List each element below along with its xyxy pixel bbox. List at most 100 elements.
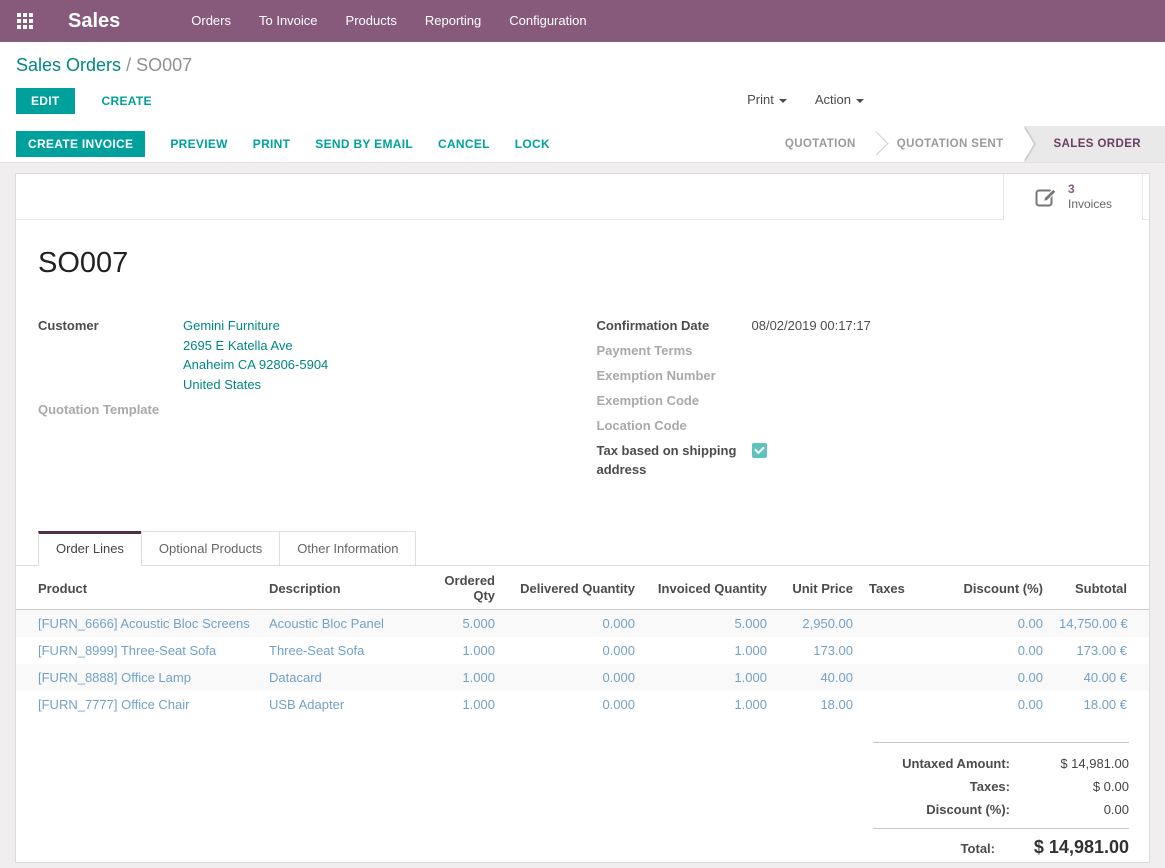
- cell-taxes: [861, 691, 939, 718]
- nav-item-configuration[interactable]: Configuration: [495, 0, 600, 42]
- field-group-left: Customer Gemini Furniture 2695 E Katella…: [38, 316, 583, 485]
- lock-button[interactable]: LOCK: [515, 131, 550, 157]
- payment-terms-row: Payment Terms: [597, 341, 1128, 360]
- cell-description: Acoustic Bloc Panel: [261, 610, 413, 638]
- print-button[interactable]: PRINT: [253, 131, 291, 157]
- cell-unit-price: 173.00: [775, 637, 861, 664]
- cell-ordered-qty: 1.000: [413, 637, 503, 664]
- tab-order-lines[interactable]: Order Lines: [38, 531, 142, 566]
- taxes-label: Taxes:: [873, 779, 1024, 794]
- tax-shipping-row: Tax based on shipping address: [597, 441, 1128, 479]
- cell-delivered-qty: 0.000: [503, 610, 643, 638]
- status-step-quotation-sent[interactable]: QUOTATION SENT: [877, 126, 1024, 162]
- customer-street: 2695 E Katella Ave: [183, 336, 328, 356]
- cell-subtotal: 18.00 €: [1051, 691, 1149, 718]
- tab-optional-products[interactable]: Optional Products: [141, 531, 280, 566]
- cell-discount: 0.00: [939, 637, 1051, 664]
- invoices-smart-button[interactable]: 3 Invoices: [1003, 174, 1143, 220]
- cell-taxes: [861, 664, 939, 691]
- cell-ordered-qty: 1.000: [413, 664, 503, 691]
- exemption-number-label: Exemption Number: [597, 366, 752, 385]
- cell-invoiced-qty: 1.000: [643, 691, 775, 718]
- cell-discount: 0.00: [939, 691, 1051, 718]
- cell-unit-price: 40.00: [775, 664, 861, 691]
- column-header-delivered-quantity: Delivered Quantity: [503, 566, 643, 610]
- cell-invoiced-qty: 1.000: [643, 664, 775, 691]
- cell-description: USB Adapter: [261, 691, 413, 718]
- order-line-row[interactable]: [FURN_6666] Acoustic Bloc Screens Acoust…: [16, 610, 1149, 638]
- discount-row: Discount (%): 0.00: [873, 798, 1129, 821]
- smart-button-box: 3 Invoices: [16, 174, 1149, 220]
- order-lines-table: Product Description Ordered Qty Delivere…: [16, 566, 1149, 718]
- invoices-count: 3: [1068, 182, 1112, 197]
- cell-description: Datacard: [261, 664, 413, 691]
- totals-block: Untaxed Amount: $ 14,981.00 Taxes: $ 0.0…: [873, 742, 1129, 862]
- cell-ordered-qty: 1.000: [413, 691, 503, 718]
- cell-discount: 0.00: [939, 610, 1051, 638]
- status-step-sales-order[interactable]: SALES ORDER: [1024, 126, 1165, 162]
- table-header-row: Product Description Ordered Qty Delivere…: [16, 566, 1149, 610]
- app-brand[interactable]: Sales: [68, 10, 120, 33]
- column-header-invoiced-quantity: Invoiced Quantity: [643, 566, 775, 610]
- cell-subtotal: 173.00 €: [1051, 637, 1149, 664]
- cell-taxes: [861, 610, 939, 638]
- order-line-row[interactable]: [FURN_8888] Office Lamp Datacard 1.000 0…: [16, 664, 1149, 691]
- form-sheet: 3 Invoices SO007 Customer Gemini Furnitu…: [15, 173, 1150, 863]
- cancel-button[interactable]: CANCEL: [438, 131, 490, 157]
- discount-value: 0.00: [1024, 802, 1129, 817]
- untaxed-amount-row: Untaxed Amount: $ 14,981.00: [873, 752, 1129, 775]
- tax-shipping-label: Tax based on shipping address: [597, 441, 752, 479]
- nav-item-to-invoice[interactable]: To Invoice: [245, 0, 332, 42]
- caret-down-icon: [856, 99, 864, 103]
- nav-item-products[interactable]: Products: [332, 0, 411, 42]
- print-action-dropdowns: Print Action: [747, 87, 864, 112]
- nav-item-reporting[interactable]: Reporting: [411, 0, 495, 42]
- cell-invoiced-qty: 5.000: [643, 610, 775, 638]
- order-line-row[interactable]: [FURN_8999] Three-Seat Sofa Three-Seat S…: [16, 637, 1149, 664]
- confirmation-date-label: Confirmation Date: [597, 316, 752, 335]
- edit-pencil-square-icon: [1034, 185, 1058, 209]
- nav-item-orders[interactable]: Orders: [177, 0, 245, 42]
- customer-field-row: Customer Gemini Furniture 2695 E Katella…: [38, 316, 583, 394]
- edit-button[interactable]: EDIT: [16, 88, 75, 114]
- nav-menu: Orders To Invoice Products Reporting Con…: [177, 0, 600, 42]
- cell-taxes: [861, 637, 939, 664]
- order-line-row[interactable]: [FURN_7777] Office Chair USB Adapter 1.0…: [16, 691, 1149, 718]
- cell-delivered-qty: 0.000: [503, 691, 643, 718]
- tax-shipping-checkbox[interactable]: [752, 443, 767, 458]
- cell-invoiced-qty: 1.000: [643, 637, 775, 664]
- create-invoice-button[interactable]: CREATE INVOICE: [16, 131, 145, 157]
- cell-delivered-qty: 0.000: [503, 637, 643, 664]
- total-row: Total: $ 14,981.00: [873, 828, 1129, 862]
- cell-product: [FURN_7777] Office Chair: [16, 691, 261, 718]
- tab-other-information[interactable]: Other Information: [279, 531, 416, 566]
- column-header-subtotal: Subtotal: [1051, 566, 1149, 610]
- print-dropdown[interactable]: Print: [747, 87, 787, 112]
- create-button[interactable]: CREATE: [102, 88, 152, 114]
- preview-button[interactable]: PREVIEW: [170, 131, 227, 157]
- untaxed-amount-label: Untaxed Amount:: [873, 756, 1024, 771]
- notebook-tabs: Order Lines Optional Products Other Info…: [16, 531, 1149, 566]
- status-step-quotation[interactable]: QUOTATION: [765, 126, 876, 162]
- statusbar-row: CREATE INVOICE PREVIEW PRINT SEND BY EMA…: [0, 126, 1165, 163]
- taxes-row: Taxes: $ 0.00: [873, 775, 1129, 798]
- action-dropdown[interactable]: Action: [815, 87, 864, 112]
- column-header-taxes: Taxes: [861, 566, 939, 610]
- customer-value[interactable]: Gemini Furniture 2695 E Katella Ave Anah…: [183, 316, 328, 394]
- customer-label: Customer: [38, 316, 183, 394]
- cell-unit-price: 2,950.00: [775, 610, 861, 638]
- payment-terms-label: Payment Terms: [597, 341, 752, 360]
- total-label: Total:: [873, 841, 1009, 856]
- location-code-label: Location Code: [597, 416, 752, 435]
- quotation-template-row: Quotation Template: [38, 400, 583, 419]
- send-by-email-button[interactable]: SEND BY EMAIL: [315, 131, 413, 157]
- column-header-ordered-qty: Ordered Qty: [413, 566, 503, 610]
- breadcrumb-sales-orders[interactable]: Sales Orders: [16, 55, 121, 75]
- confirmation-date-row: Confirmation Date 08/02/2019 00:17:17: [597, 316, 1128, 335]
- taxes-value: $ 0.00: [1024, 779, 1129, 794]
- invoices-label: Invoices: [1068, 197, 1112, 212]
- customer-city: Anaheim CA 92806-5904: [183, 355, 328, 375]
- apps-grid-icon[interactable]: [17, 13, 33, 29]
- record-title: SO007: [38, 247, 1149, 280]
- quotation-template-label: Quotation Template: [38, 400, 183, 419]
